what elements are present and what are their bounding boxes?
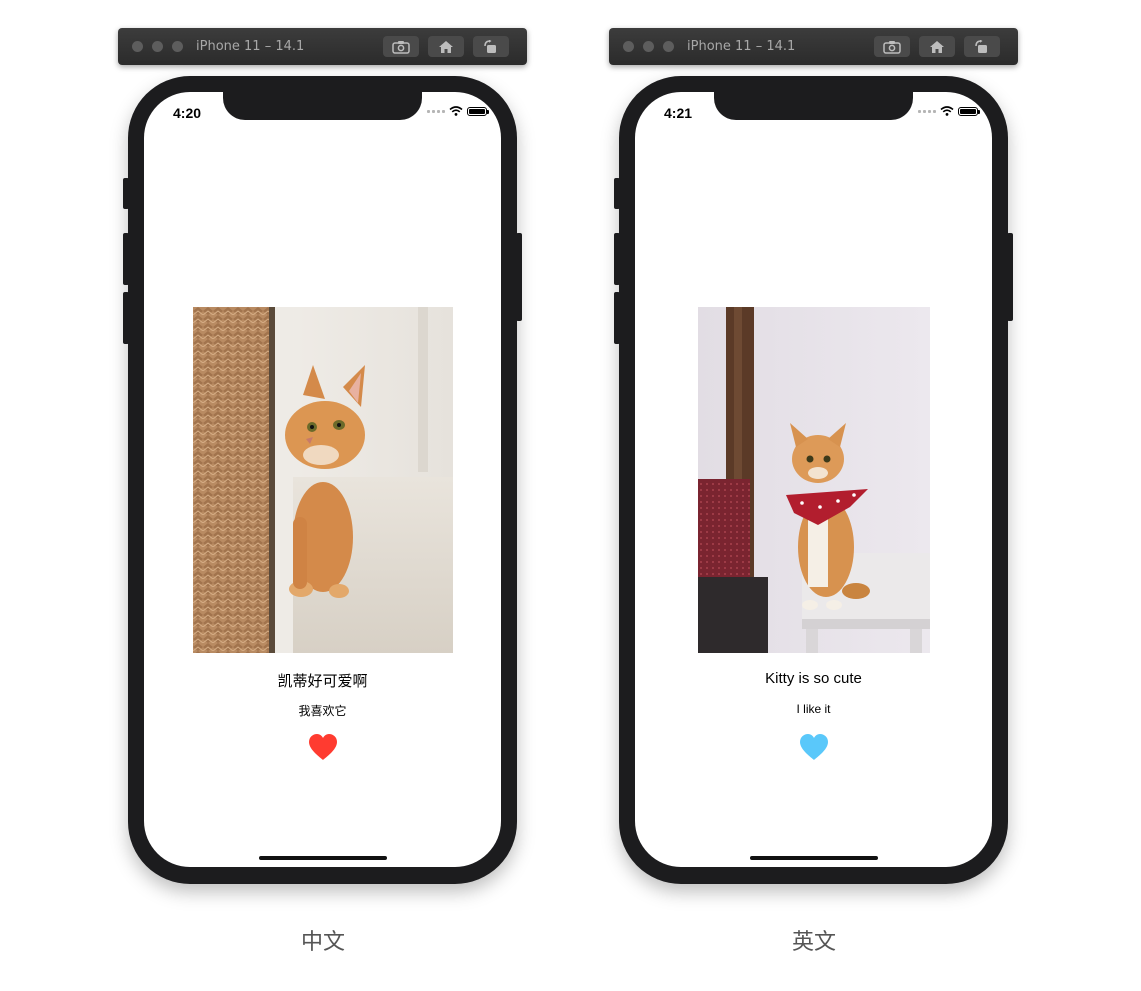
simulator-title: iPhone 11 – 14.1 — [196, 39, 305, 54]
mute-switch — [614, 178, 620, 209]
card-title: 凯蒂好可爱啊 — [277, 673, 368, 690]
home-icon — [930, 40, 944, 53]
status-time: 4:20 — [173, 105, 202, 121]
volume-down-button — [123, 292, 129, 344]
heart-icon[interactable] — [799, 733, 829, 761]
simulator-window-english: iPhone 11 – 14.1 4:21 Kitty is so cute I… — [609, 28, 1018, 900]
screenshot-button[interactable] — [874, 36, 910, 57]
zoom-window-button[interactable] — [172, 41, 183, 52]
rotate-button[interactable] — [964, 36, 1000, 57]
phone-screen: 4:20 凯蒂好可爱啊 我喜欢它 — [144, 92, 501, 867]
iphone-frame: 4:20 凯蒂好可爱啊 我喜欢它 — [123, 76, 522, 884]
minimize-window-button[interactable] — [152, 41, 163, 52]
card-title: Kitty is so cute — [765, 670, 862, 687]
caption-english: 英文 — [791, 930, 836, 955]
notch — [714, 92, 913, 120]
home-indicator[interactable] — [259, 856, 387, 860]
simulator-window-chinese: iPhone 11 – 14.1 4:20 凯蒂好可爱啊 我喜欢它 — [118, 28, 527, 900]
screenshot-icon — [883, 40, 901, 54]
rotate-button[interactable] — [473, 36, 509, 57]
volume-up-button — [123, 233, 129, 285]
notch — [223, 92, 422, 120]
side-button — [516, 233, 522, 321]
close-window-button[interactable] — [623, 41, 634, 52]
signal-icon — [918, 109, 936, 113]
side-button — [1007, 233, 1013, 321]
iphone-frame: 4:21 Kitty is so cute I like it — [614, 76, 1013, 884]
mute-switch — [123, 178, 129, 209]
status-time: 4:21 — [664, 105, 693, 121]
status-bar-icons — [427, 106, 489, 116]
card-subtitle: 我喜欢它 — [298, 704, 347, 718]
rotate-icon — [484, 39, 496, 53]
home-button[interactable] — [919, 36, 955, 57]
close-window-button[interactable] — [132, 41, 143, 52]
rotate-icon — [975, 39, 987, 53]
screenshot-icon — [392, 40, 410, 54]
phone-screen: 4:21 Kitty is so cute I like it — [635, 92, 992, 867]
home-icon — [439, 40, 453, 53]
simulator-titlebar[interactable]: iPhone 11 – 14.1 — [118, 28, 527, 65]
battery-icon — [467, 106, 489, 116]
heart-icon[interactable] — [308, 733, 338, 761]
simulator-titlebar[interactable]: iPhone 11 – 14.1 — [609, 28, 1018, 65]
home-button[interactable] — [428, 36, 464, 57]
status-bar-icons — [918, 106, 980, 116]
signal-icon — [427, 109, 445, 113]
zoom-window-button[interactable] — [663, 41, 674, 52]
volume-up-button — [614, 233, 620, 285]
screenshot-button[interactable] — [383, 36, 419, 57]
minimize-window-button[interactable] — [643, 41, 654, 52]
simulator-title: iPhone 11 – 14.1 — [687, 39, 796, 54]
volume-down-button — [614, 292, 620, 344]
cat-photo — [193, 307, 453, 653]
battery-icon — [958, 106, 980, 116]
cat-photo — [698, 307, 930, 653]
wifi-icon — [940, 106, 954, 116]
home-indicator[interactable] — [750, 856, 878, 860]
wifi-icon — [449, 106, 463, 116]
card-subtitle: I like it — [796, 702, 831, 716]
caption-chinese: 中文 — [300, 930, 345, 955]
